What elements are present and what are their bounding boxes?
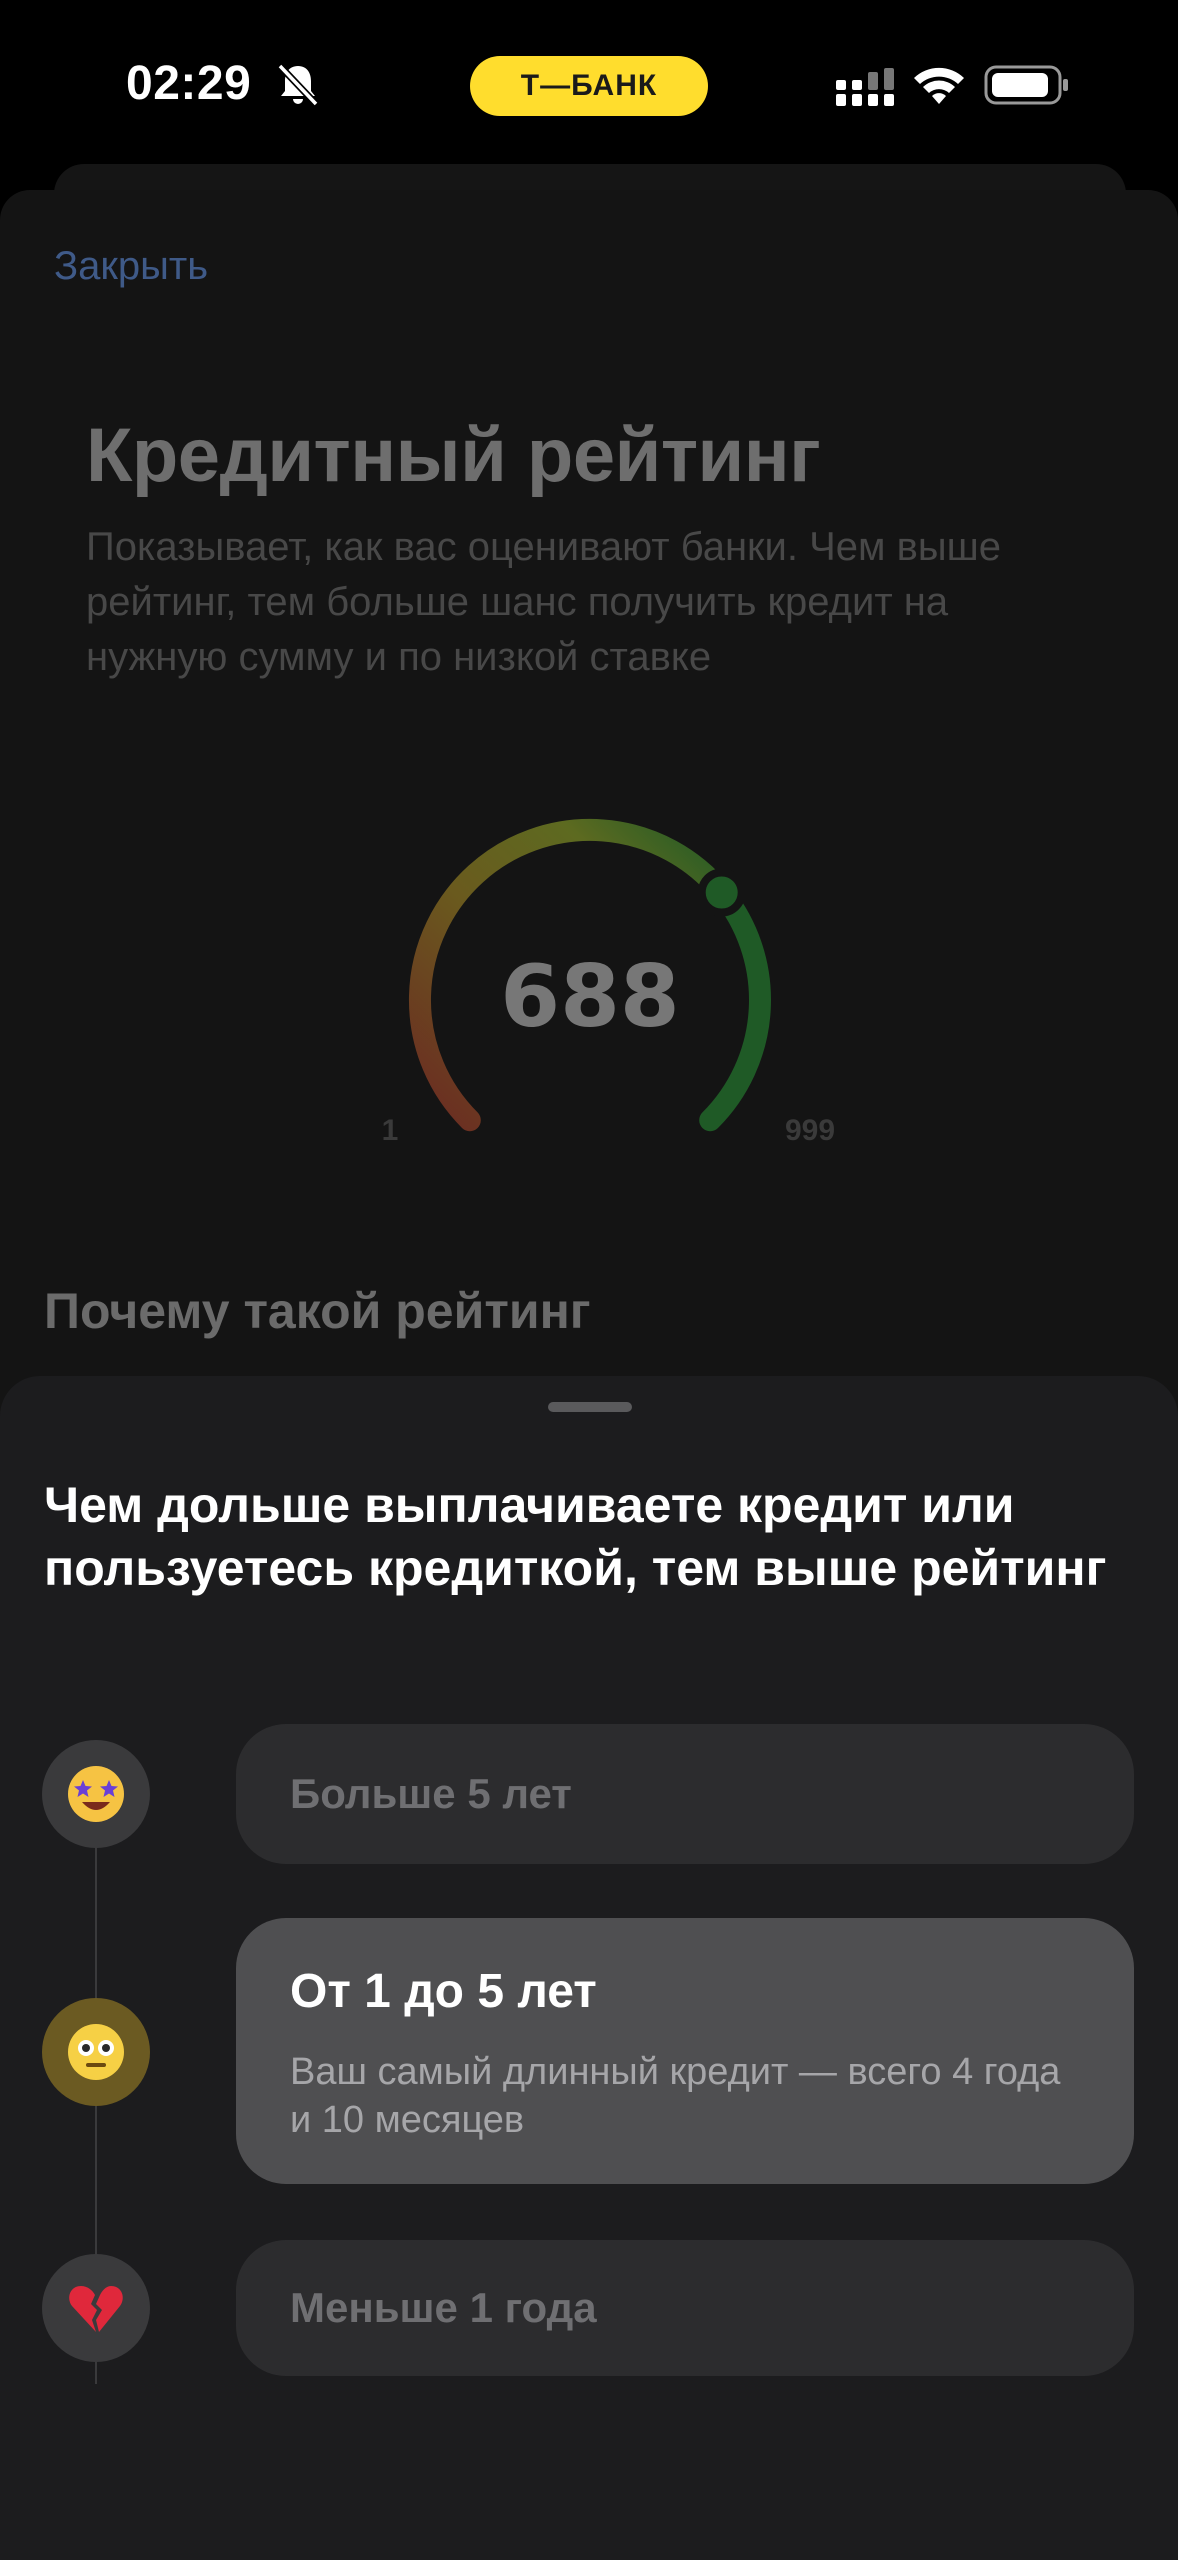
bottom-sheet: Чем дольше выплачиваете кредит или польз… xyxy=(0,1376,1178,2560)
gauge-min-label: 1 xyxy=(382,1114,399,1147)
sheet-title: Чем дольше выплачиваете кредит или польз… xyxy=(44,1477,1107,1596)
gauge-value: 688 xyxy=(500,947,680,1047)
battery-icon xyxy=(984,65,1068,105)
close-button[interactable]: Закрыть xyxy=(54,244,208,289)
page-title: Кредитный рейтинг xyxy=(86,413,821,498)
star-struck-emoji-icon xyxy=(68,1766,124,1822)
bell-slash-icon xyxy=(277,63,319,107)
gauge-arc-tail xyxy=(699,881,771,1132)
option-description: Ваш самый длинный кредит — всего 4 года … xyxy=(290,2051,1061,2141)
status-bar: 02:29 Т—БАНК xyxy=(0,0,1178,170)
option-label: Меньше 1 года xyxy=(290,2284,597,2331)
broken-heart-emoji-icon xyxy=(69,2286,123,2332)
status-time: 02:29 xyxy=(126,57,252,110)
option-more-than-5-years[interactable]: Больше 5 лет xyxy=(236,1724,1134,1864)
option-label: От 1 до 5 лет xyxy=(290,1965,597,2018)
emoji-badge-less-than-1 xyxy=(42,2254,150,2362)
option-less-than-1-year[interactable]: Меньше 1 года xyxy=(236,2240,1134,2376)
wifi-icon xyxy=(914,67,964,104)
gauge-indicator xyxy=(697,868,746,917)
section-title: Почему такой рейтинг xyxy=(44,1283,591,1339)
option-1-to-5-years[interactable]: От 1 до 5 лет Ваш самый длинный кредит —… xyxy=(236,1918,1134,2184)
page-description: Показывает, как вас оценивают банки. Чем… xyxy=(86,525,1001,679)
emoji-badge-1-to-5 xyxy=(42,1998,150,2106)
sheet-drag-handle[interactable] xyxy=(548,1402,632,1412)
gauge-max-label: 999 xyxy=(785,1114,835,1147)
credit-rating-gauge: 688 1 999 xyxy=(382,818,835,1147)
option-label: Больше 5 лет xyxy=(290,1770,572,1817)
neutral-face-emoji-icon xyxy=(68,2024,124,2080)
emoji-badge-5plus xyxy=(42,1740,150,1848)
cellular-signal-icon xyxy=(836,68,894,106)
bank-badge: Т—БАНК xyxy=(470,56,708,116)
